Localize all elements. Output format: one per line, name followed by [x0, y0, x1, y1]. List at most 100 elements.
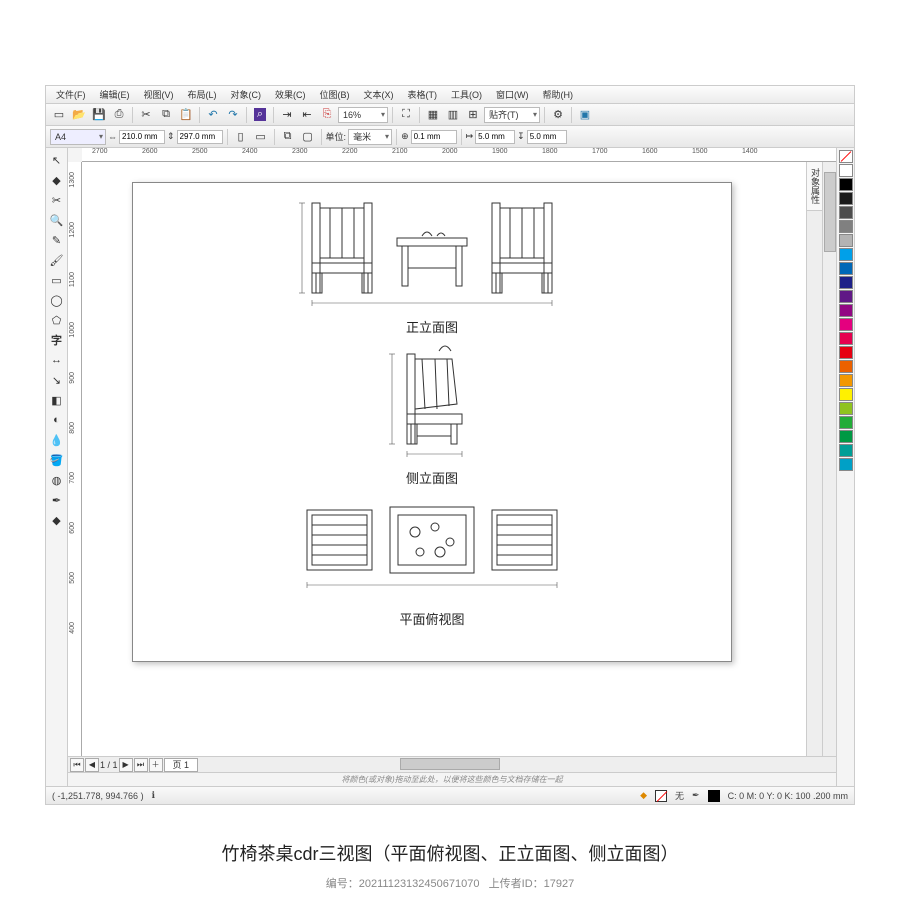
redo-button[interactable]: ↷ [224, 106, 242, 124]
outline-color-swatch[interactable] [708, 790, 720, 802]
menu-effects[interactable]: 效果(C) [269, 87, 312, 102]
menu-view[interactable]: 视图(V) [138, 87, 180, 102]
outline-tool[interactable]: ✒ [47, 490, 67, 510]
paste-button[interactable]: 📋 [177, 106, 195, 124]
interactive-fill-tool[interactable]: 🪣 [47, 450, 67, 470]
color-swatch[interactable] [839, 416, 853, 429]
color-swatch[interactable] [839, 402, 853, 415]
color-swatch[interactable] [839, 220, 853, 233]
page-height-input[interactable] [177, 130, 223, 144]
color-swatch[interactable] [839, 164, 853, 177]
color-swatch[interactable] [839, 332, 853, 345]
first-page-button[interactable]: ⏮ [70, 758, 84, 772]
color-swatch[interactable] [839, 388, 853, 401]
zoom-dropdown[interactable]: 16% [338, 107, 388, 123]
color-swatch[interactable] [839, 234, 853, 247]
last-page-button[interactable]: ⏭ [134, 758, 148, 772]
nudge-input[interactable] [411, 130, 457, 144]
polygon-tool[interactable]: ⬠ [47, 310, 67, 330]
menu-layout[interactable]: 布局(L) [182, 87, 223, 102]
page-size-dropdown[interactable]: A4 [50, 129, 106, 145]
canvas[interactable]: 正立面图 [82, 162, 822, 756]
color-swatch[interactable] [839, 360, 853, 373]
eyedropper-tool[interactable]: 💧 [47, 430, 67, 450]
menu-window[interactable]: 窗口(W) [490, 87, 535, 102]
scrollbar-thumb[interactable] [824, 172, 836, 252]
parallel-dim-tool[interactable]: ↔ [47, 350, 67, 370]
save-button[interactable]: 💾 [90, 106, 108, 124]
color-swatch[interactable] [839, 374, 853, 387]
text-tool[interactable]: 字 [47, 330, 67, 350]
color-swatch[interactable] [839, 290, 853, 303]
horizontal-scrollbar[interactable] [200, 757, 836, 772]
dup-x-input[interactable] [475, 130, 515, 144]
color-swatch[interactable] [839, 304, 853, 317]
color-swatch[interactable] [839, 248, 853, 261]
print-button[interactable]: ⎙ [110, 106, 128, 124]
drop-shadow-tool[interactable]: ◧ [47, 390, 67, 410]
options-button[interactable]: ⚙ [549, 106, 567, 124]
horizontal-ruler[interactable]: 2700 2600 2500 2400 2300 2200 2100 2000 … [82, 148, 836, 162]
docker-tab-object-properties[interactable]: 对象属性 [807, 162, 822, 211]
show-rulers-button[interactable]: ▦ [424, 106, 442, 124]
color-swatch[interactable] [839, 276, 853, 289]
portrait-button[interactable]: ▯ [232, 128, 250, 146]
color-swatch[interactable] [839, 192, 853, 205]
menu-edit[interactable]: 编辑(E) [94, 87, 136, 102]
export-button[interactable]: ⇤ [298, 106, 316, 124]
fill-tool[interactable]: ◆ [47, 510, 67, 530]
zoom-tool[interactable]: 🔍 [47, 210, 67, 230]
dup-y-input[interactable] [527, 130, 567, 144]
undo-button[interactable]: ↶ [204, 106, 222, 124]
docker-panel[interactable]: 对象属性 [806, 162, 822, 756]
search-button[interactable]: ⌕ [251, 106, 269, 124]
color-swatch[interactable] [839, 178, 853, 191]
publish-button[interactable]: ⎘ [318, 106, 336, 124]
open-button[interactable]: 📂 [70, 106, 88, 124]
show-grid-button[interactable]: ▥ [444, 106, 462, 124]
import-button[interactable]: ⇥ [278, 106, 296, 124]
color-swatch[interactable] [839, 444, 853, 457]
transparency-tool[interactable]: ◐ [47, 410, 67, 430]
vertical-scrollbar[interactable] [822, 162, 836, 756]
menu-file[interactable]: 文件(F) [50, 87, 92, 102]
launch-button[interactable]: ▣ [576, 106, 594, 124]
connector-tool[interactable]: ↘ [47, 370, 67, 390]
menu-bitmap[interactable]: 位图(B) [314, 87, 356, 102]
copy-button[interactable]: ⧉ [157, 106, 175, 124]
menu-tools[interactable]: 工具(O) [445, 87, 488, 102]
fullscreen-button[interactable]: ⛶ [397, 106, 415, 124]
rectangle-tool[interactable]: ▭ [47, 270, 67, 290]
no-fill-swatch[interactable] [655, 790, 667, 802]
color-swatch[interactable] [839, 346, 853, 359]
color-swatch[interactable] [839, 206, 853, 219]
show-guides-button[interactable]: ⊞ [464, 106, 482, 124]
cut-button[interactable]: ✂ [137, 106, 155, 124]
next-page-button[interactable]: ▶ [119, 758, 133, 772]
vertical-ruler[interactable]: 1300 1200 1100 1000 900 800 700 600 500 … [68, 162, 82, 756]
menu-table[interactable]: 表格(T) [402, 87, 444, 102]
menu-text[interactable]: 文本(X) [358, 87, 400, 102]
add-page-button[interactable]: ＋ [149, 758, 163, 772]
color-swatch[interactable] [839, 430, 853, 443]
pick-tool[interactable]: ↖ [47, 150, 67, 170]
color-swatch[interactable] [839, 318, 853, 331]
all-pages-button[interactable]: ⧉ [279, 128, 297, 146]
artistic-media-tool[interactable]: 🖌 [47, 250, 67, 270]
snap-dropdown[interactable]: 贴齐(T) [484, 107, 540, 123]
color-swatch[interactable] [839, 458, 853, 471]
units-dropdown[interactable]: 毫米 [348, 129, 392, 145]
color-swatch[interactable] [839, 262, 853, 275]
current-page-button[interactable]: ▢ [299, 128, 317, 146]
landscape-button[interactable]: ▭ [252, 128, 270, 146]
new-button[interactable]: ▭ [50, 106, 68, 124]
menu-help[interactable]: 帮助(H) [537, 87, 580, 102]
scrollbar-thumb[interactable] [400, 758, 500, 770]
menu-object[interactable]: 对象(C) [225, 87, 268, 102]
freehand-tool[interactable]: ✎ [47, 230, 67, 250]
ellipse-tool[interactable]: ◯ [47, 290, 67, 310]
page-tab-1[interactable]: 页 1 [164, 758, 199, 772]
crop-tool[interactable]: ✂ [47, 190, 67, 210]
smart-fill-tool[interactable]: ◍ [47, 470, 67, 490]
page-width-input[interactable] [119, 130, 165, 144]
